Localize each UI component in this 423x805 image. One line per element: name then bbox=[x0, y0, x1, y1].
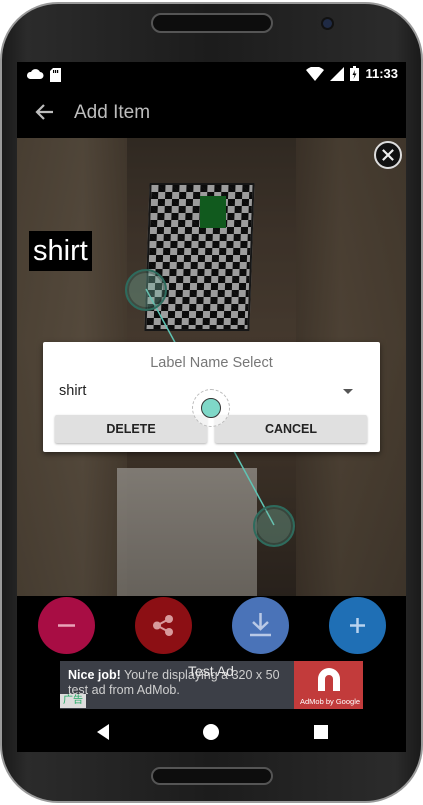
admob-label: AdMob by Google bbox=[300, 697, 361, 706]
ad-headline: Nice job! bbox=[68, 668, 121, 682]
remove-button[interactable] bbox=[38, 597, 95, 654]
nav-back-icon[interactable] bbox=[95, 723, 111, 741]
app-bar: Add Item bbox=[17, 88, 406, 138]
nav-home-icon[interactable] bbox=[203, 724, 219, 740]
share-icon bbox=[153, 615, 173, 636]
close-icon[interactable] bbox=[374, 141, 402, 169]
status-bar: 11:33 bbox=[17, 62, 406, 88]
delete-button[interactable]: DELETE bbox=[55, 415, 207, 443]
download-icon bbox=[250, 613, 271, 637]
dialog-title: Label Name Select bbox=[150, 355, 273, 371]
sd-card-icon bbox=[50, 68, 61, 82]
signal-icon bbox=[330, 66, 345, 81]
share-button[interactable] bbox=[135, 597, 192, 654]
ad-text: Nice job! You're displaying a 320 x 50 t… bbox=[68, 668, 298, 698]
status-time: 11:33 bbox=[365, 66, 398, 81]
front-camera bbox=[323, 19, 332, 28]
plus-icon bbox=[350, 618, 365, 633]
wifi-icon bbox=[306, 66, 325, 81]
cancel-button[interactable]: CANCEL bbox=[215, 415, 367, 443]
back-arrow-icon[interactable] bbox=[35, 102, 55, 122]
object-label[interactable]: shirt bbox=[29, 231, 92, 271]
ad-choices-badge[interactable]: 广告 bbox=[60, 694, 86, 708]
annotation-handle-mid[interactable] bbox=[201, 398, 221, 418]
admob-logo-icon bbox=[318, 668, 340, 691]
action-bar bbox=[17, 596, 406, 658]
minus-icon bbox=[58, 624, 75, 627]
annotation-handle-start[interactable] bbox=[125, 269, 167, 311]
dropdown-arrow-icon bbox=[343, 389, 353, 394]
cloud-icon bbox=[26, 69, 44, 79]
battery-icon bbox=[350, 66, 360, 81]
system-nav-bar bbox=[17, 712, 406, 752]
nav-recents-icon[interactable] bbox=[314, 725, 328, 739]
ad-banner[interactable]: Nice job! You're displaying a 320 x 50 t… bbox=[60, 661, 363, 709]
ad-test-label: Test Ad bbox=[188, 663, 234, 679]
dropdown-value: shirt bbox=[59, 383, 87, 399]
annotation-handle-end[interactable] bbox=[253, 505, 295, 547]
page-title: Add Item bbox=[74, 102, 151, 123]
screen: 11:33 Add Item shirt Label Name Select s bbox=[17, 62, 406, 752]
phone-bottom-speaker bbox=[151, 767, 273, 785]
admob-logo-box: AdMob by Google bbox=[294, 661, 363, 709]
download-button[interactable] bbox=[232, 597, 289, 654]
add-button[interactable] bbox=[329, 597, 386, 654]
phone-speaker bbox=[151, 13, 273, 33]
